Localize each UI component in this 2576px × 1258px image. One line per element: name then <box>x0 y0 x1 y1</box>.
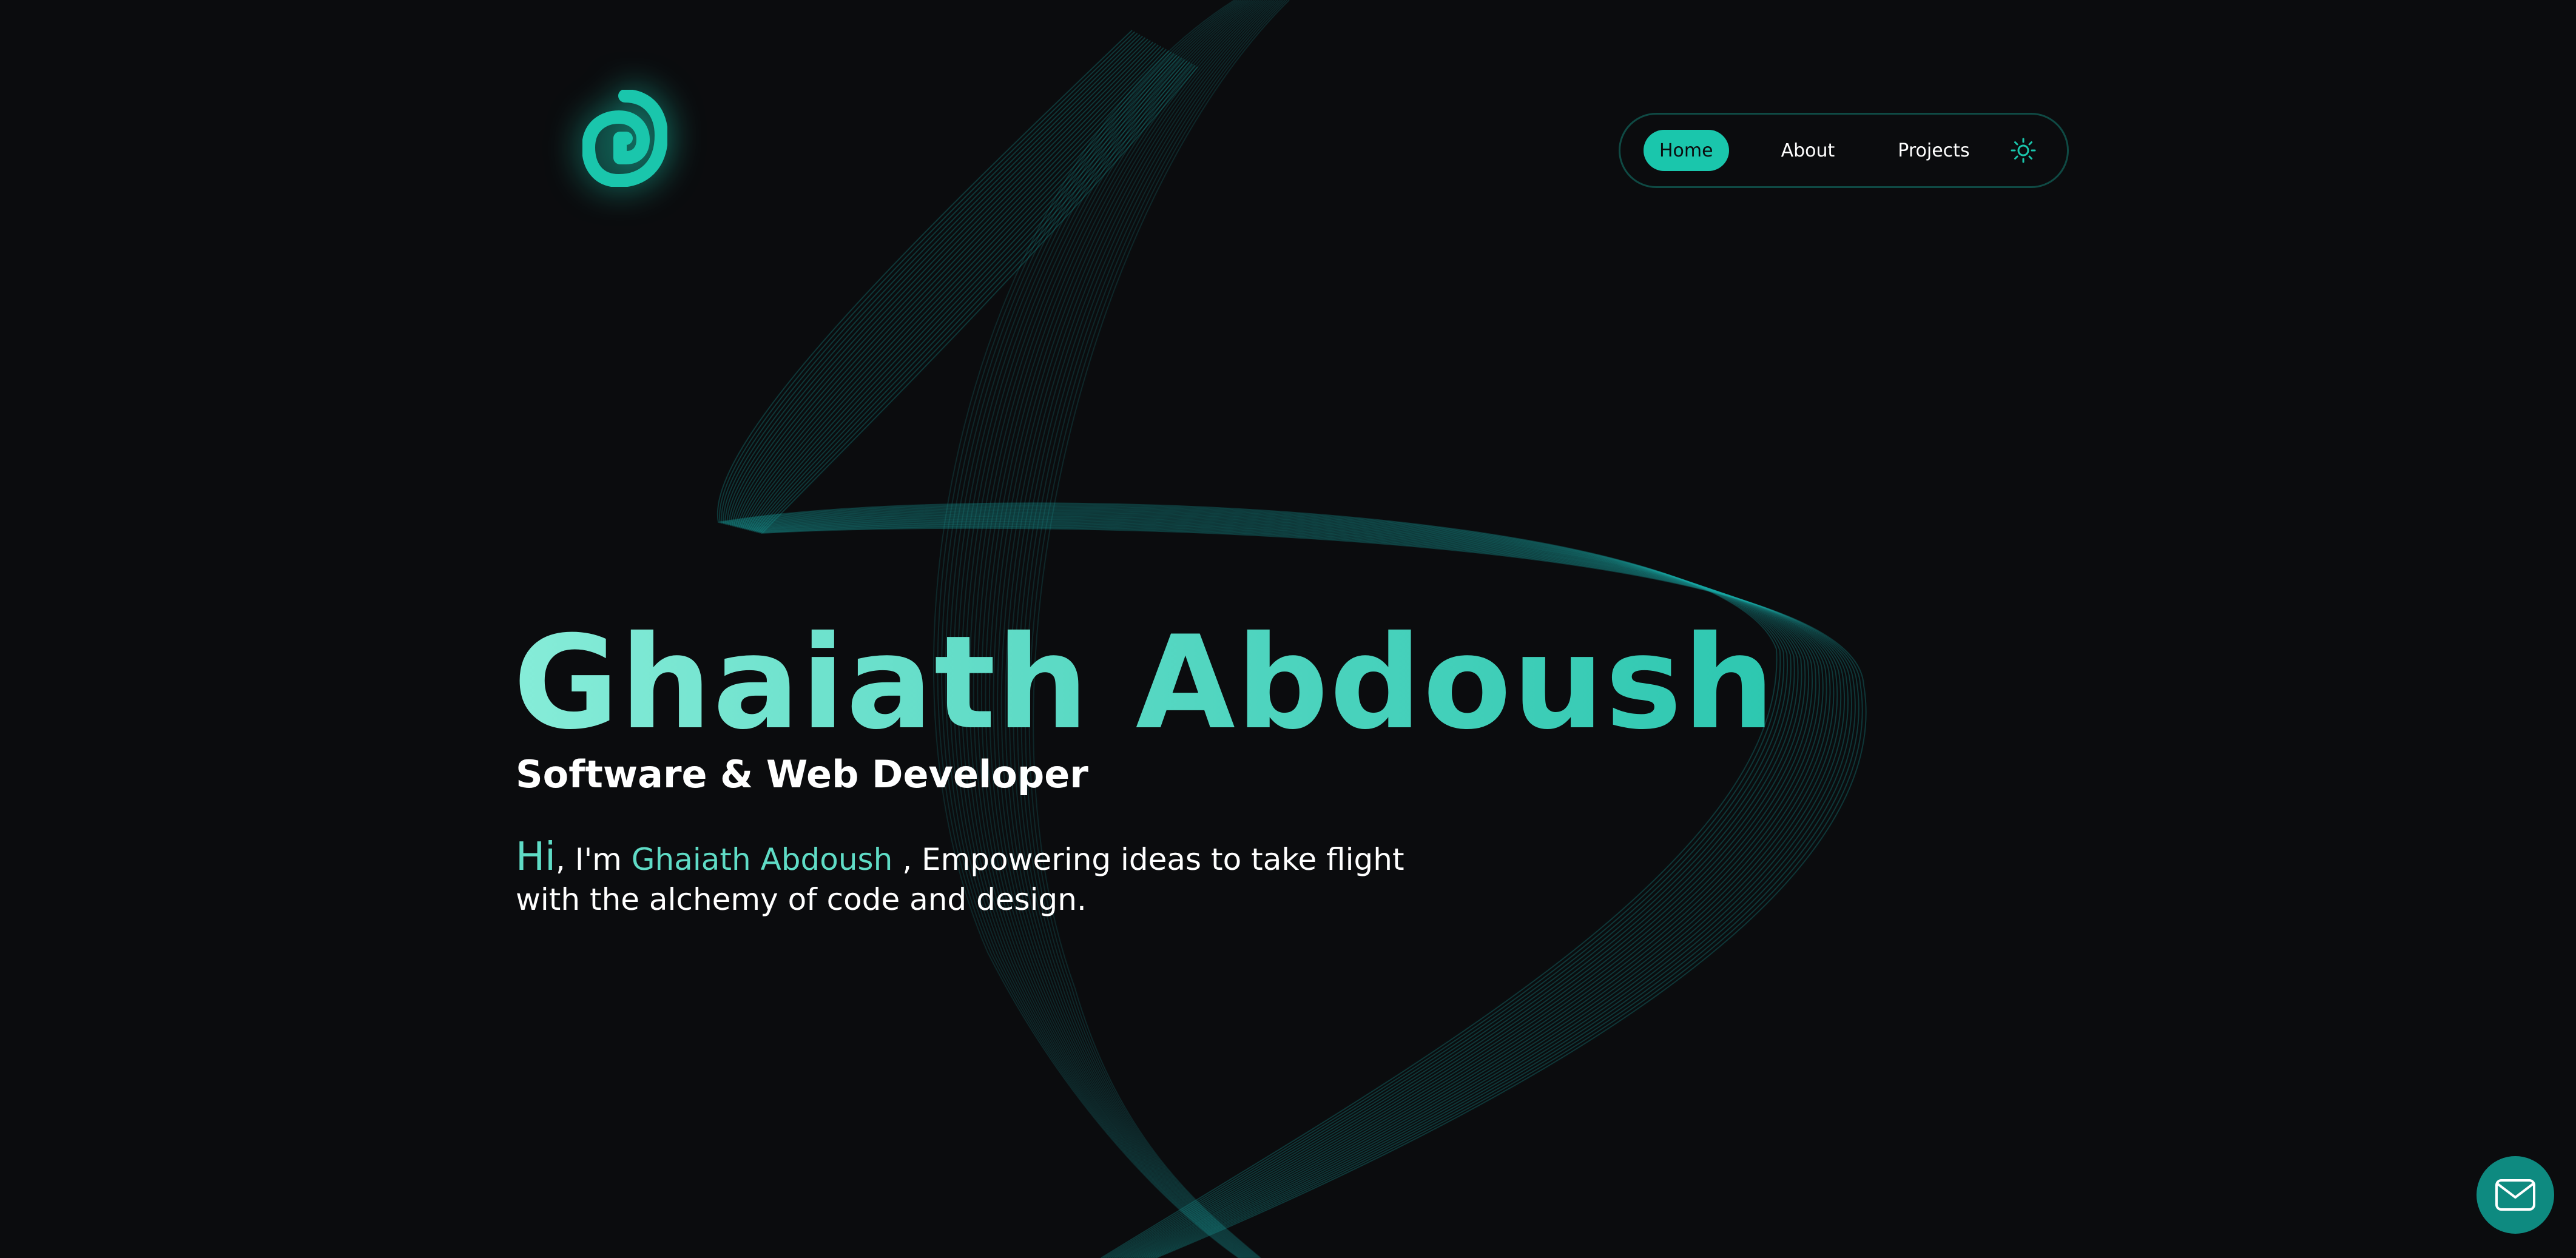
intro-name: Ghaiath Abdoush <box>631 842 893 877</box>
greeting: Hi <box>516 835 556 880</box>
intro-text-1: , I'm <box>555 842 632 877</box>
hero-name: Ghaiath Abdoush <box>513 608 1776 758</box>
main-nav: Home About Projects <box>1619 113 2069 188</box>
sun-icon <box>2011 138 2036 163</box>
nav-about[interactable]: About <box>1765 130 1851 171</box>
mail-icon <box>2495 1179 2535 1211</box>
nav-projects[interactable]: Projects <box>1882 130 1985 171</box>
hero-intro: Hi, I'm Ghaiath Abdoush , Empowering ide… <box>516 837 1462 920</box>
nav-home[interactable]: Home <box>1644 130 1729 171</box>
spiral-logo-icon <box>582 89 668 187</box>
page: Home About Projects Ghaiath Abdoush Soft… <box>0 0 2576 1258</box>
contact-mail-button[interactable] <box>2477 1156 2554 1234</box>
theme-toggle-button[interactable] <box>2006 133 2040 167</box>
logo[interactable] <box>582 89 668 187</box>
hero-role: Software & Web Developer <box>516 752 1088 796</box>
